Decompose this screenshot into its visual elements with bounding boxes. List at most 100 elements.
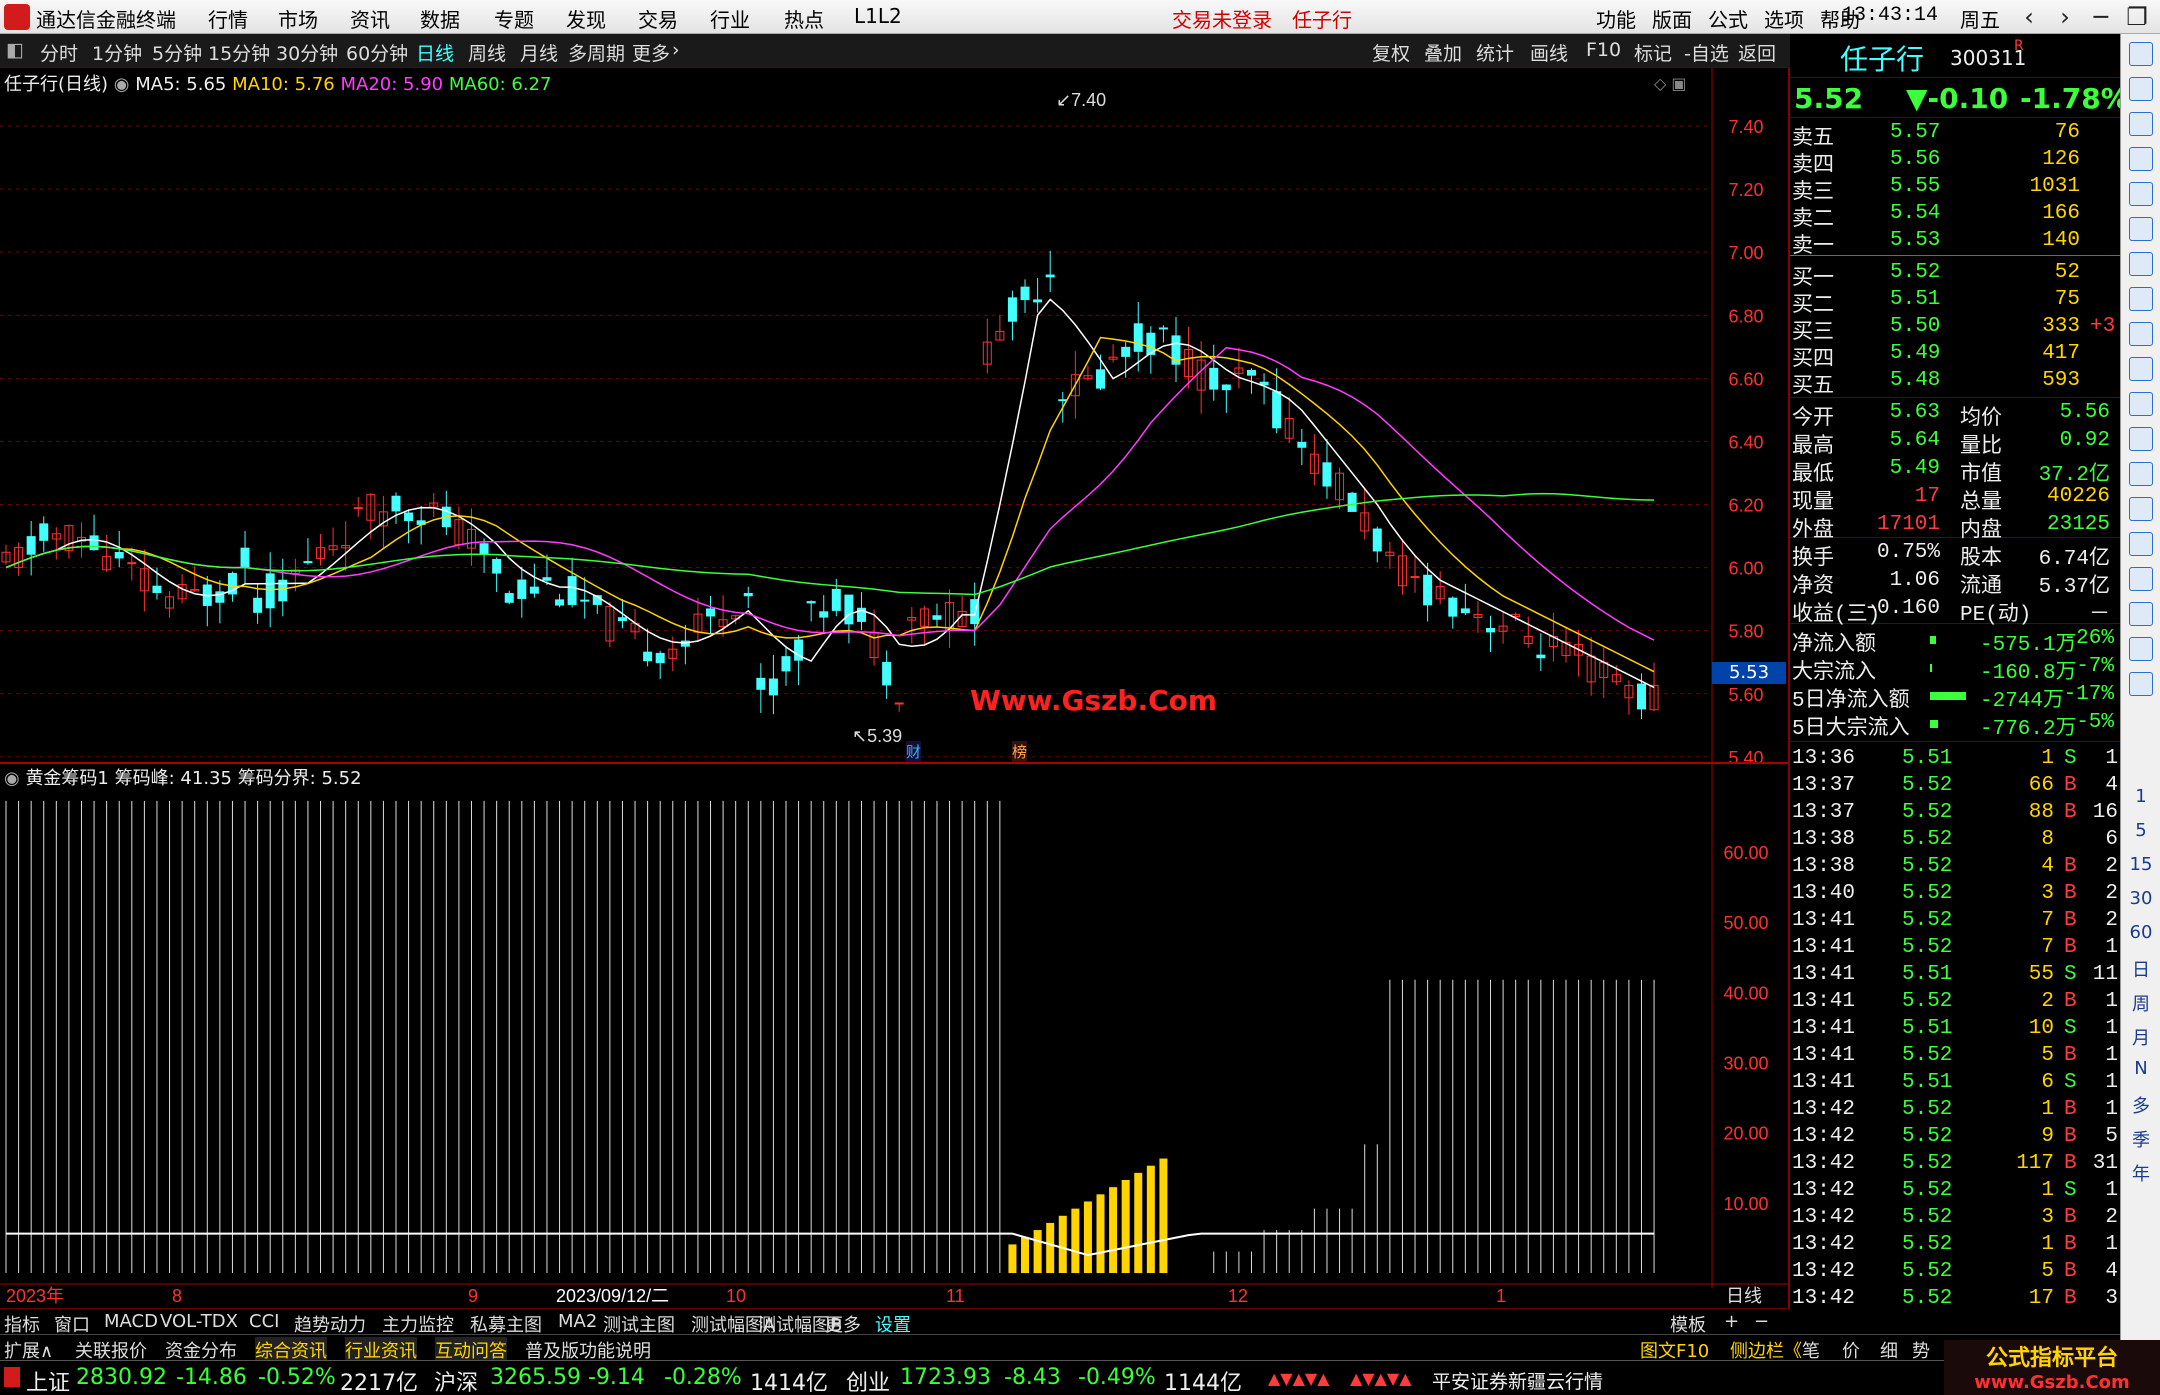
menu-10[interactable]: L1L2 bbox=[854, 4, 902, 28]
candle-icon[interactable] bbox=[2129, 252, 2153, 276]
tool-7[interactable]: -自选 bbox=[1684, 39, 1729, 66]
cy-index-name[interactable]: 创业 bbox=[846, 1365, 890, 1395]
sidebar-period-1[interactable]: 1 bbox=[2121, 786, 2160, 807]
clock-icon[interactable] bbox=[2129, 462, 2153, 486]
f2-icon[interactable] bbox=[2129, 427, 2153, 451]
indicator-tab-5[interactable]: CCI bbox=[249, 1311, 279, 1332]
tick-count: 1 bbox=[2105, 1071, 2118, 1094]
up-arrow-icon[interactable] bbox=[2129, 42, 2153, 66]
menu-6[interactable]: 发现 bbox=[566, 4, 606, 33]
sidebar-period-10[interactable]: 多 bbox=[2121, 1092, 2160, 1118]
template-tab-3[interactable]: − bbox=[1754, 1311, 1769, 1332]
sidebar-period-9[interactable]: N bbox=[2121, 1058, 2160, 1079]
period-8[interactable]: 周线 bbox=[468, 39, 506, 66]
period-9[interactable]: 月线 bbox=[520, 39, 558, 66]
financial-marker[interactable]: 财 bbox=[906, 741, 922, 762]
tool-5[interactable]: F10 bbox=[1586, 39, 1621, 61]
forward-icon[interactable]: › bbox=[2048, 2, 2082, 32]
period-10[interactable]: 多周期 bbox=[568, 39, 625, 66]
table-icon[interactable] bbox=[2129, 147, 2153, 171]
tool-1[interactable]: 复权 bbox=[1372, 39, 1410, 66]
kline-chart[interactable]: 7.40 7.20 7.00 6.80 6.60 6.40 6.20 6.00 5.80 5.60… bbox=[0, 68, 1788, 1308]
tool-6[interactable]: 标记 bbox=[1634, 39, 1672, 66]
down-icon[interactable] bbox=[2129, 112, 2153, 136]
rank-marker[interactable]: 榜 bbox=[1012, 741, 1028, 762]
back-icon[interactable]: ‹ bbox=[2012, 2, 2046, 32]
sidebar-period-4[interactable]: 30 bbox=[2121, 888, 2160, 909]
chip-yellow-bar bbox=[1008, 1244, 1017, 1273]
pen-icon[interactable] bbox=[2129, 602, 2153, 626]
chart-icon[interactable] bbox=[2129, 497, 2153, 521]
move-icon[interactable] bbox=[2129, 567, 2153, 591]
bid-label: 买五 bbox=[1792, 376, 1834, 399]
period-2[interactable]: 1分钟 bbox=[92, 39, 142, 66]
right-menu-2[interactable]: 版面 bbox=[1652, 4, 1692, 33]
chart-area[interactable]: 7.40 7.20 7.00 6.80 6.60 6.40 6.20 6.00 5.80 5.60… bbox=[0, 68, 1790, 1308]
status-bar: 上证 2830.92 -14.86 -0.52% 2217亿 沪深 3265.5… bbox=[0, 1360, 2120, 1395]
settings-icon[interactable]: ◉ bbox=[114, 74, 135, 95]
sidebar-period-2[interactable]: 5 bbox=[2121, 820, 2160, 841]
menu-7[interactable]: 交易 bbox=[638, 4, 678, 33]
f10-icon[interactable] bbox=[2129, 392, 2153, 416]
sh-index-name[interactable]: 上证 bbox=[26, 1365, 70, 1395]
signal-icon-2[interactable]: ▲▼▲▼▲ bbox=[1350, 1369, 1412, 1388]
share-icon[interactable] bbox=[2129, 672, 2153, 696]
right-menu-4[interactable]: 选项 bbox=[1764, 4, 1804, 33]
menu-8[interactable]: 行业 bbox=[710, 4, 750, 33]
indicator-tab-3[interactable]: MACD bbox=[104, 1311, 158, 1332]
tool-3[interactable]: 统计 bbox=[1476, 39, 1514, 66]
login-status[interactable]: 交易未登录 bbox=[1172, 4, 1272, 33]
rsi-icon[interactable] bbox=[2129, 532, 2153, 556]
collapse-icon[interactable]: ◉ bbox=[4, 768, 25, 789]
sidebar-period-8[interactable]: 月 bbox=[2121, 1024, 2160, 1050]
menu-icon[interactable] bbox=[2129, 357, 2153, 381]
period-1[interactable]: 分时 bbox=[40, 39, 78, 66]
menu-5[interactable]: 专题 bbox=[494, 4, 534, 33]
candle-body bbox=[1423, 574, 1433, 606]
signal-icon-1[interactable]: ▲▼▲▼▲ bbox=[1268, 1369, 1330, 1388]
sidebar-period-7[interactable]: 周 bbox=[2121, 990, 2160, 1016]
menu-3[interactable]: 资讯 bbox=[350, 4, 390, 33]
grid-icon[interactable] bbox=[2129, 182, 2153, 206]
sidebar-period-11[interactable]: 季 bbox=[2121, 1126, 2160, 1152]
menu-9[interactable]: 热点 bbox=[784, 4, 824, 33]
current-price-tag: 5.53 bbox=[1712, 662, 1786, 684]
minimize-icon[interactable]: ─ bbox=[2084, 2, 2118, 32]
sidebar-period-12[interactable]: 年 bbox=[2121, 1160, 2160, 1186]
period-5[interactable]: 30分钟 bbox=[276, 39, 338, 66]
period-6[interactable]: 60分钟 bbox=[346, 39, 408, 66]
indicator-tab-4[interactable]: VOL-TDX bbox=[160, 1311, 238, 1332]
chart-option-icons[interactable]: ◇ ▣ bbox=[1654, 74, 1687, 93]
tick-list[interactable]: 13:36 5.51 1 S 1 13:37 5.52 66 B 4 13:37 5.52 88 B 16 1… bbox=[1790, 746, 2120, 1308]
restore-icon[interactable]: ❐ bbox=[2120, 2, 2154, 32]
tool-2[interactable]: 叠加 bbox=[1424, 39, 1462, 66]
template-tab-2[interactable]: + bbox=[1724, 1311, 1739, 1332]
up-icon[interactable] bbox=[2129, 77, 2153, 101]
fund-icon[interactable] bbox=[2129, 322, 2153, 346]
tool-8[interactable]: 返回 bbox=[1738, 39, 1776, 66]
period-11[interactable]: 更多 bbox=[632, 39, 670, 66]
sidebar-period-5[interactable]: 60 bbox=[2121, 922, 2160, 943]
menu-4[interactable]: 数据 bbox=[420, 4, 460, 33]
close-icon[interactable]: ✕ bbox=[2156, 2, 2160, 32]
sidebar-period-6[interactable]: 日 bbox=[2121, 956, 2160, 982]
sidebar-period-3[interactable]: 15 bbox=[2121, 854, 2160, 875]
tool-4[interactable]: 画线 bbox=[1530, 39, 1568, 66]
menu-2[interactable]: 市场 bbox=[278, 4, 318, 33]
indicator-tab-9[interactable]: MA2 bbox=[558, 1311, 597, 1332]
chevron-right-icon[interactable]: › bbox=[672, 39, 680, 61]
line-chart-icon[interactable] bbox=[2129, 217, 2153, 241]
tick-row: 13:38 5.52 4 B 2 bbox=[1790, 854, 2120, 881]
list-icon[interactable] bbox=[2129, 287, 2153, 311]
period-3[interactable]: 5分钟 bbox=[152, 39, 202, 66]
hs-index-name[interactable]: 沪深 bbox=[434, 1365, 478, 1395]
bid-price: 5.52 bbox=[1890, 261, 1941, 284]
right-menu-3[interactable]: 公式 bbox=[1708, 4, 1748, 33]
f5-icon[interactable] bbox=[2129, 637, 2153, 661]
toggle-icon[interactable]: ◧ bbox=[6, 39, 24, 61]
stat-label-2: 总量 bbox=[1960, 492, 2002, 515]
menu-1[interactable]: 行情 bbox=[208, 4, 248, 33]
right-menu-1[interactable]: 功能 bbox=[1596, 4, 1636, 33]
period-7[interactable]: 日线 bbox=[416, 39, 454, 66]
period-4[interactable]: 15分钟 bbox=[208, 39, 270, 66]
